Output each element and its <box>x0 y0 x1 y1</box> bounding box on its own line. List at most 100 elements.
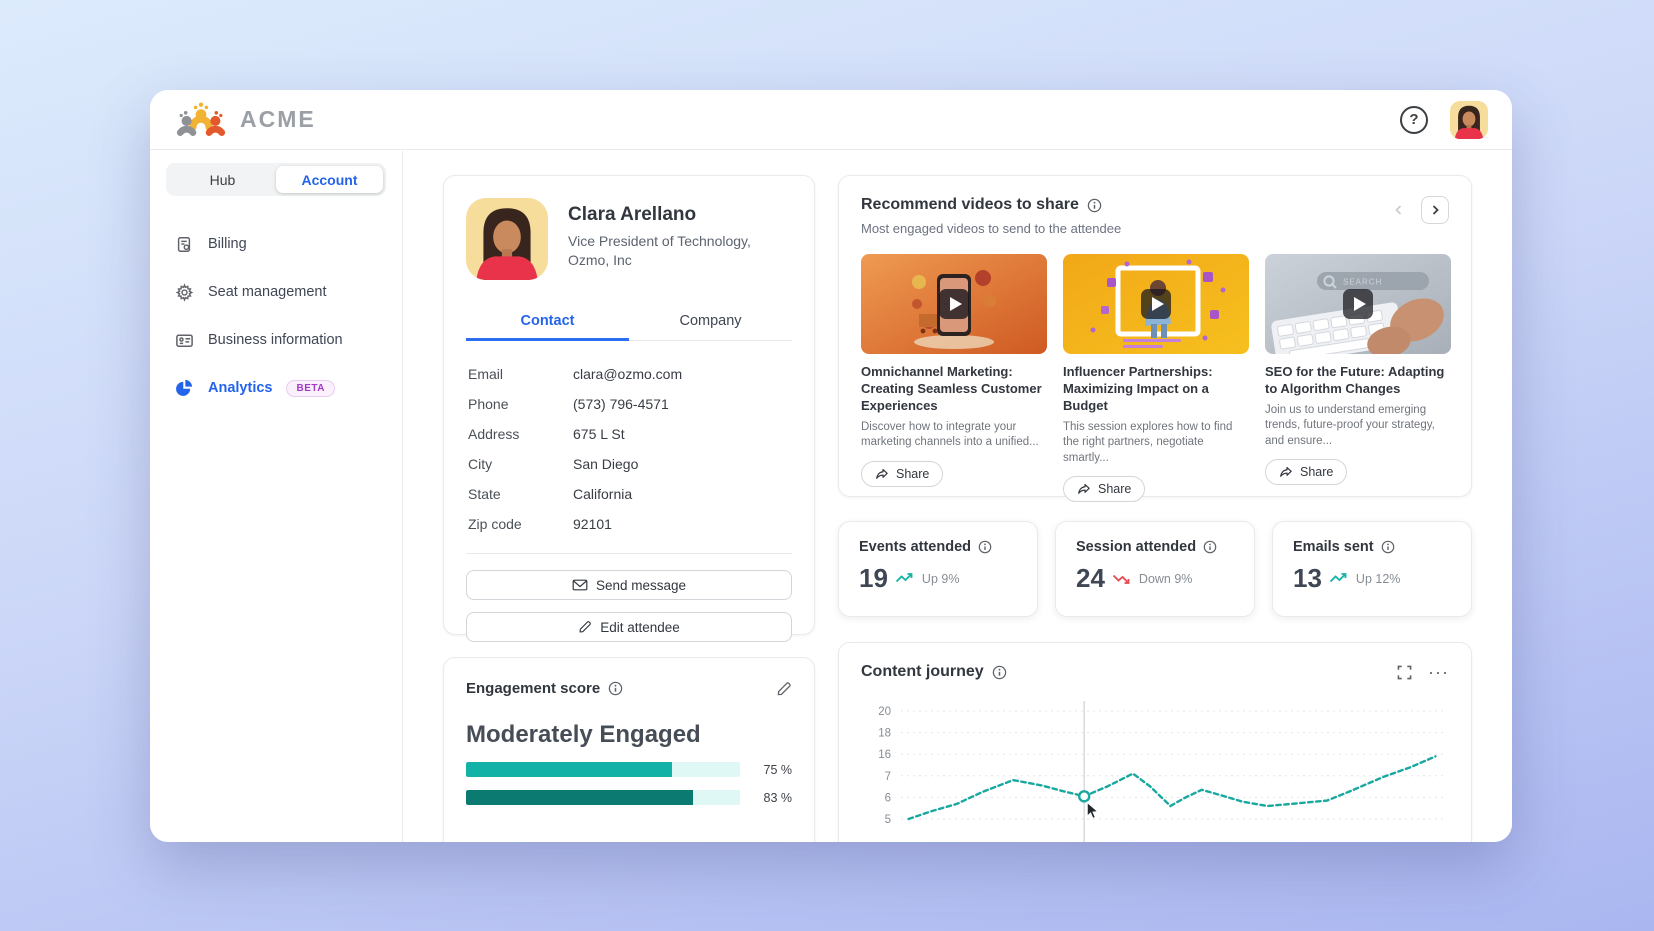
videos-subtitle: Most engaged videos to send to the atten… <box>861 221 1121 236</box>
field-value-city: San Diego <box>573 456 638 472</box>
stat-label: Session attended <box>1076 539 1196 555</box>
trend-up-icon <box>895 572 915 585</box>
trend-down-icon <box>1112 572 1132 585</box>
invoice-icon <box>174 234 194 254</box>
tab-hub[interactable]: Hub <box>169 166 276 193</box>
app-header: ACME ? <box>150 90 1512 150</box>
carousel-prev-icon[interactable] <box>1385 196 1413 224</box>
video-title[interactable]: SEO for the Future: Adapting to Algorith… <box>1265 364 1451 398</box>
help-icon[interactable]: ? <box>1400 106 1428 134</box>
video-thumbnail-influencer[interactable] <box>1063 254 1249 354</box>
sidebar-item-label: Business information <box>208 332 343 348</box>
share-icon <box>875 468 889 480</box>
desktop-background: ACME ? Hub Acc <box>0 0 1654 931</box>
video-title[interactable]: Influencer Partnerships: Maximizing Impa… <box>1063 364 1249 415</box>
fullscreen-icon[interactable] <box>1397 665 1412 680</box>
svg-text:16: 16 <box>878 749 891 761</box>
engagement-score-title: Engagement score <box>466 680 600 697</box>
contact-fields: Email clara@ozmo.com Phone (573) 796-457… <box>466 359 792 539</box>
tab-contact[interactable]: Contact <box>466 304 629 341</box>
content-journey-card: Content journey <box>838 642 1472 842</box>
video-card: SEARCH <box>1265 254 1451 502</box>
sidebar-item-analytics[interactable]: Analytics BETA <box>166 364 386 412</box>
content-journey-title: Content journey <box>861 663 984 681</box>
contact-company-tabs: Contact Company <box>466 304 792 341</box>
mouse-cursor <box>1087 802 1098 818</box>
video-card: Omnichannel Marketing: Creating Seamless… <box>861 254 1047 502</box>
edit-attendee-button[interactable]: Edit attendee <box>466 612 792 642</box>
field-value-phone: (573) 796-4571 <box>573 396 669 412</box>
user-avatar[interactable] <box>1450 101 1488 139</box>
progress-bar-fill <box>466 790 693 805</box>
share-button[interactable]: Share <box>861 461 943 487</box>
sidebar-item-seat-management[interactable]: Seat management <box>166 268 386 316</box>
field-label: Address <box>468 426 573 442</box>
info-icon[interactable] <box>1381 540 1395 554</box>
video-card: Influencer Partnerships: Maximizing Impa… <box>1063 254 1249 502</box>
engagement-bar-row: 83 % <box>466 790 792 805</box>
field-value-email: clara@ozmo.com <box>573 366 682 382</box>
carousel-next-icon[interactable] <box>1421 196 1449 224</box>
video-thumbnail-omnichannel[interactable] <box>861 254 1047 354</box>
acme-logo-icon <box>174 100 228 140</box>
field-value-zip: 92101 <box>573 516 612 532</box>
sidebar-nav: Billing Seat management <box>166 220 386 412</box>
main-content: Clara Arellano Vice President of Technol… <box>404 151 1512 842</box>
edit-attendee-label: Edit attendee <box>600 620 680 635</box>
video-thumbnail-seo[interactable]: SEARCH <box>1265 254 1451 354</box>
attendee-avatar <box>466 198 548 280</box>
edit-engagement-icon[interactable] <box>776 681 792 697</box>
stat-card-session-attended: Session attended 24 <box>1055 521 1255 617</box>
stat-trend: Down 9% <box>1139 572 1193 586</box>
trend-up-icon <box>1329 572 1349 585</box>
more-options-icon[interactable]: ··· <box>1428 667 1449 677</box>
stat-card-events-attended: Events attended 19 <box>838 521 1038 617</box>
progress-percent: 75 % <box>754 763 792 777</box>
divider <box>466 553 792 554</box>
content-journey-chart[interactable]: 201816765 <box>861 699 1449 842</box>
progress-bar-track <box>466 790 740 805</box>
contact-field-row: Phone (573) 796-4571 <box>466 389 792 419</box>
stat-value: 19 <box>859 563 888 594</box>
svg-text:5: 5 <box>885 814 891 826</box>
stat-trend: Up 12% <box>1356 572 1400 586</box>
info-icon[interactable] <box>608 681 623 696</box>
field-label: Phone <box>468 396 573 412</box>
progress-bar-track <box>466 762 740 777</box>
contact-field-row: Email clara@ozmo.com <box>466 359 792 389</box>
info-icon[interactable] <box>978 540 992 554</box>
tab-company[interactable]: Company <box>629 304 792 341</box>
sidebar: Hub Account Billing <box>150 151 403 842</box>
attendee-title: Vice President of Technology, Ozmo, Inc <box>568 232 792 270</box>
brand-name: ACME <box>240 106 316 133</box>
field-label: Email <box>468 366 573 382</box>
video-title[interactable]: Omnichannel Marketing: Creating Seamless… <box>861 364 1047 415</box>
engagement-bar-row: 75 % <box>466 762 792 777</box>
info-icon[interactable] <box>1203 540 1217 554</box>
stat-value: 13 <box>1293 563 1322 594</box>
info-icon[interactable] <box>992 665 1007 680</box>
attendee-card: Clara Arellano Vice President of Technol… <box>443 175 815 635</box>
envelope-icon <box>572 578 588 592</box>
stat-label: Emails sent <box>1293 539 1374 555</box>
stat-card-emails-sent: Emails sent 13 <box>1272 521 1472 617</box>
sidebar-item-label: Billing <box>208 236 247 252</box>
contact-field-row: City San Diego <box>466 449 792 479</box>
sidebar-item-billing[interactable]: Billing <box>166 220 386 268</box>
share-label: Share <box>896 467 929 481</box>
info-icon[interactable] <box>1087 198 1102 213</box>
svg-text:7: 7 <box>885 771 891 783</box>
share-button[interactable]: Share <box>1265 459 1347 485</box>
id-card-icon <box>174 330 194 350</box>
app-window: ACME ? Hub Acc <box>150 90 1512 842</box>
pie-chart-icon <box>174 378 194 398</box>
sidebar-item-business-information[interactable]: Business information <box>166 316 386 364</box>
field-value-address: 675 L St <box>573 426 625 442</box>
engagement-score-card: Engagement score <box>443 657 815 842</box>
share-label: Share <box>1098 482 1131 496</box>
send-message-button[interactable]: Send message <box>466 570 792 600</box>
sidebar-item-label: Seat management <box>208 284 327 300</box>
svg-text:20: 20 <box>878 706 891 718</box>
share-button[interactable]: Share <box>1063 476 1145 502</box>
tab-account[interactable]: Account <box>276 166 383 193</box>
